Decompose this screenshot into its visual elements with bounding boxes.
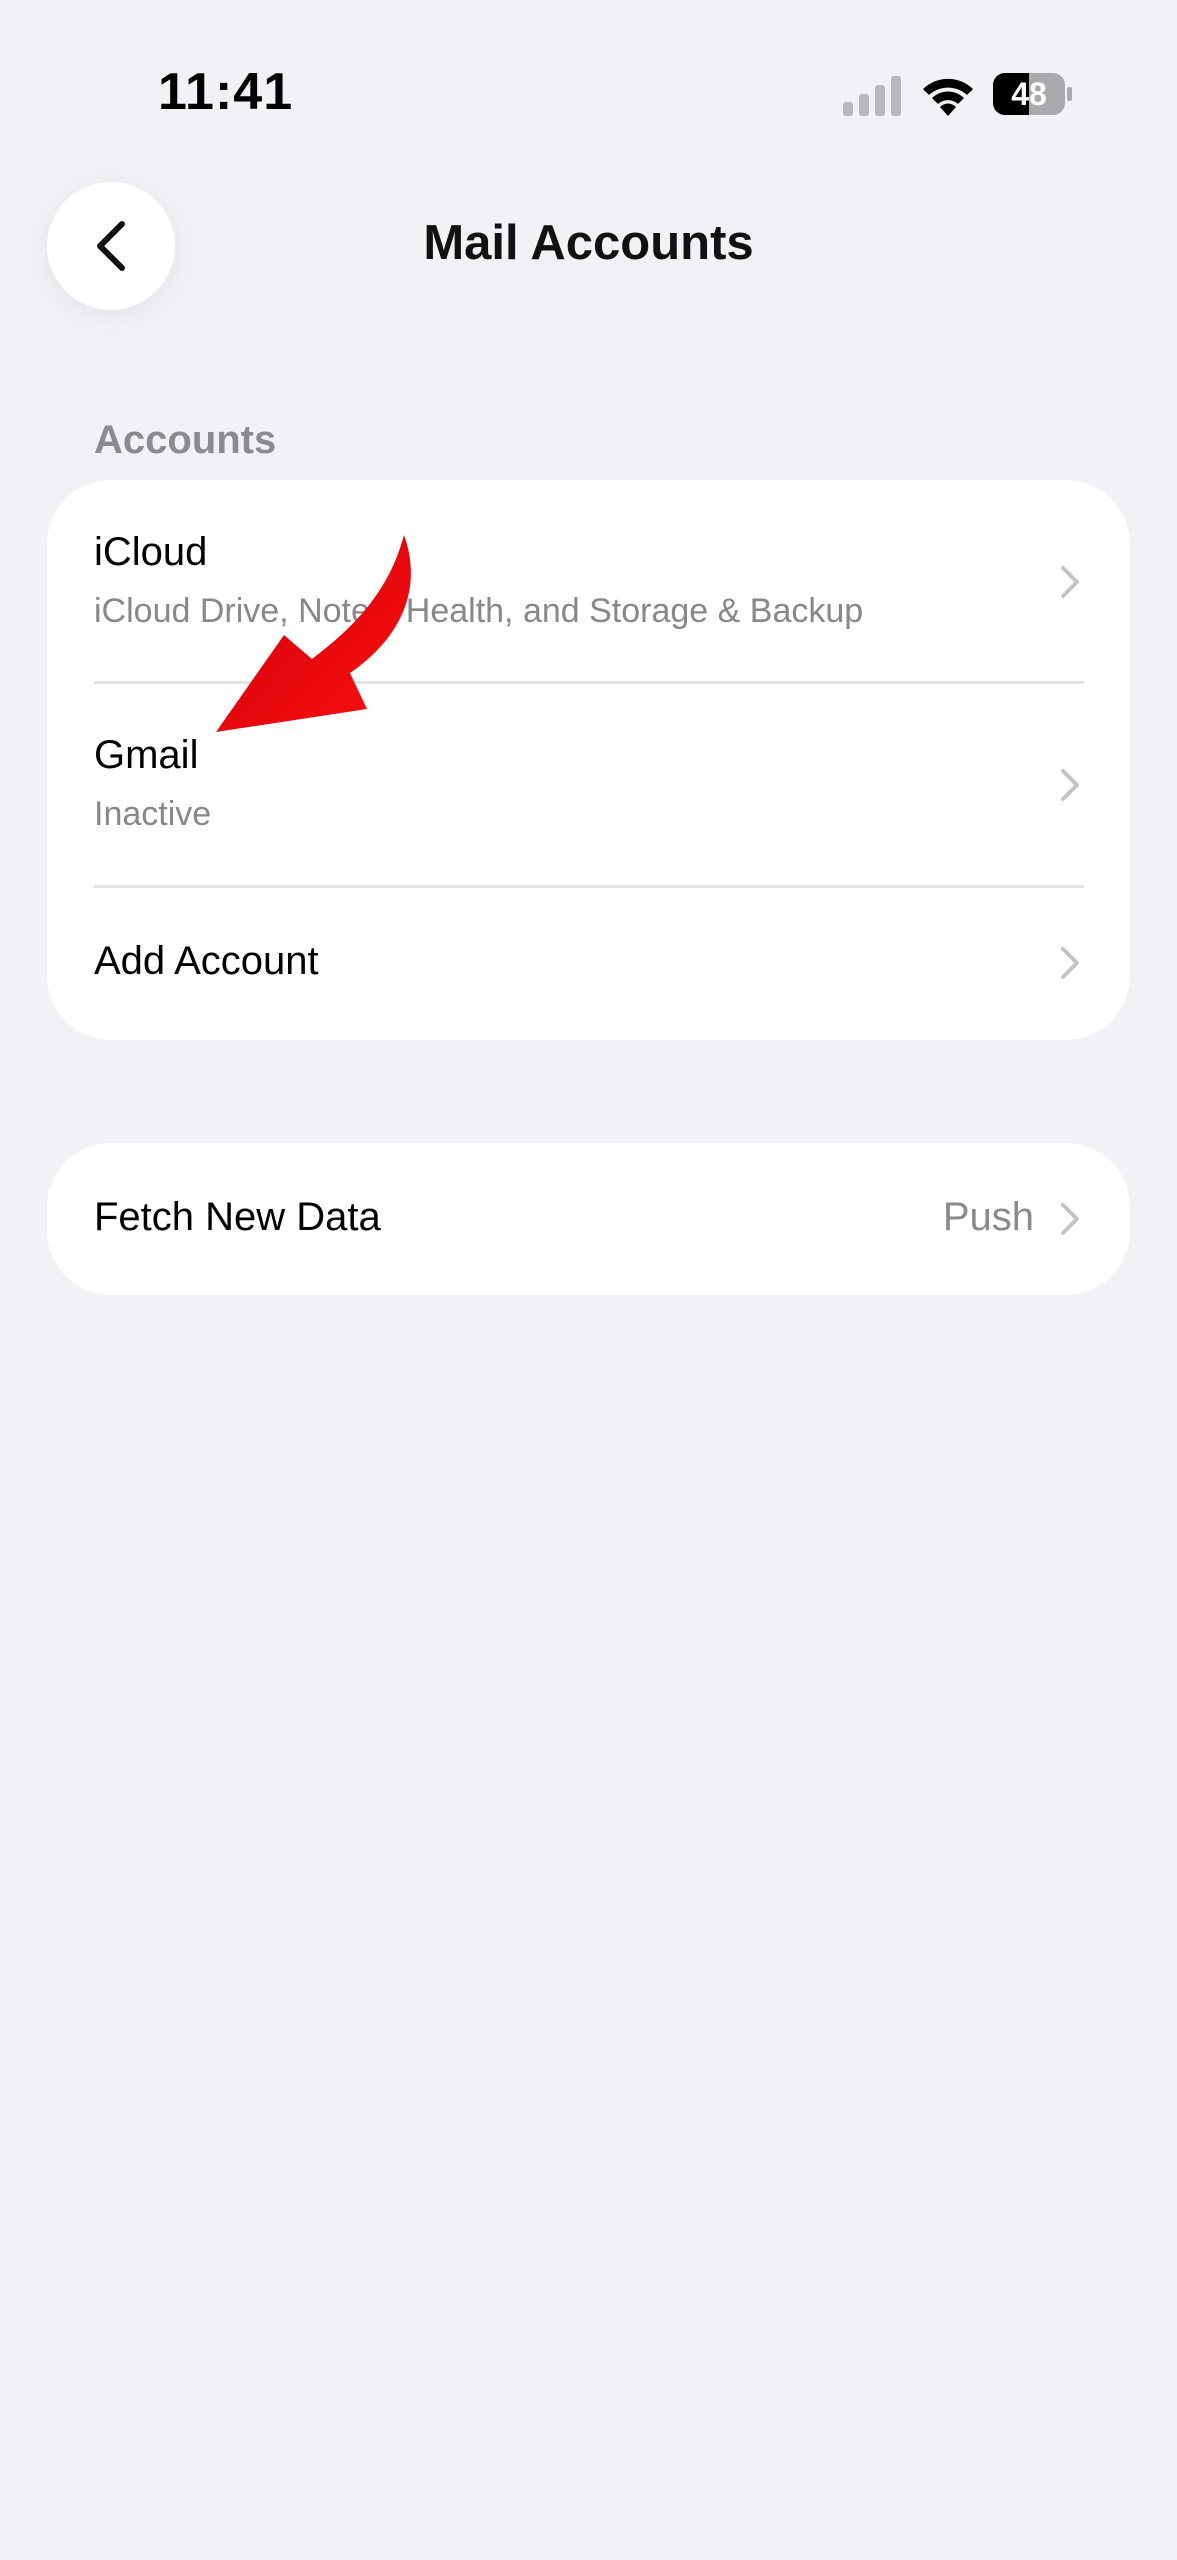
fetch-new-data-value: Push <box>942 1195 1034 1239</box>
chevron-right-icon <box>1061 947 1079 979</box>
wifi-icon <box>923 78 973 116</box>
add-account-label: Add Account <box>94 939 319 983</box>
cellular-signal-icon <box>843 76 901 116</box>
status-bar: 11:41 48 <box>0 0 1177 190</box>
account-subtitle: iCloud Drive, Notes, Health, and Storage… <box>94 592 864 630</box>
account-row-gmail[interactable]: Gmail Inactive <box>47 683 1130 887</box>
fetch-new-data-row[interactable]: Fetch New Data Push <box>47 1143 1130 1295</box>
chevron-right-icon <box>1061 1203 1079 1235</box>
chevron-right-icon <box>1061 566 1079 598</box>
battery-icon: 48 <box>993 73 1073 115</box>
status-time: 11:41 <box>158 63 294 121</box>
accounts-list: iCloud iCloud Drive, Notes, Health, and … <box>47 480 1130 1040</box>
account-title: Gmail <box>94 733 199 777</box>
fetch-new-data-label: Fetch New Data <box>94 1195 381 1239</box>
page-title: Mail Accounts <box>423 216 754 270</box>
add-account-row[interactable]: Add Account <box>47 887 1130 1040</box>
account-title: iCloud <box>94 530 208 574</box>
account-subtitle: Inactive <box>94 795 212 833</box>
chevron-right-icon <box>1061 769 1079 801</box>
account-row-icloud[interactable]: iCloud iCloud Drive, Notes, Health, and … <box>47 480 1130 683</box>
battery-level: 48 <box>1011 76 1047 112</box>
section-header-accounts: Accounts <box>94 418 277 462</box>
